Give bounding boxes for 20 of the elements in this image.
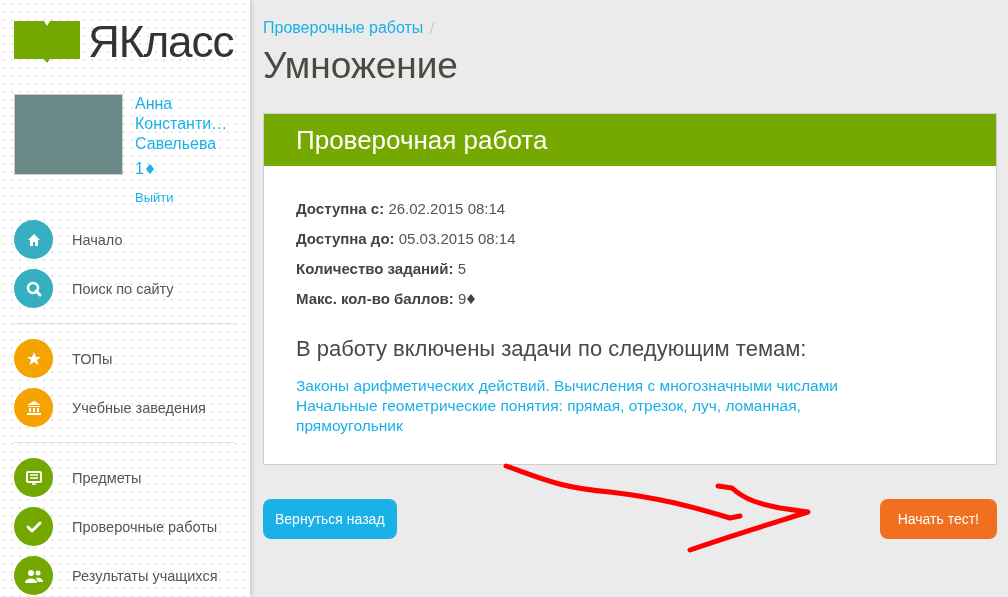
points-count: 1: [135, 160, 144, 178]
breadcrumb-separator-icon: [429, 21, 436, 35]
topics-heading: В работу включены задачи по следующим темам:: [296, 336, 808, 362]
card-header: Проверочная работа: [264, 114, 996, 166]
logo-text: ЯКласс: [88, 17, 234, 67]
detail-text: Доступна с: 26.02.2015 08:14: [296, 199, 507, 219]
book-logo-icon: [14, 21, 80, 63]
sidebar-menu-item[interactable]: Проверочные работы: [72, 518, 218, 535]
sidebar-menu-item[interactable]: Начало: [72, 231, 123, 248]
diamond-icon: [145, 164, 154, 174]
detail-text: Макс. кол-во баллов: 9: [296, 289, 467, 309]
diamond-icon: [467, 294, 476, 304]
sidebar-menu-item[interactable]: ТОПы: [72, 350, 113, 367]
sidebar-menu-item[interactable]: Поиск по сайту: [72, 280, 174, 297]
detail-text: Количество заданий: 5: [296, 259, 468, 279]
page-title: Умножение: [263, 45, 459, 87]
sidebar-menu-item[interactable]: Предметы: [72, 469, 142, 486]
sidebar-menu-item[interactable]: Учебные заведения: [72, 399, 206, 416]
detail-text: Доступна до: 05.03.2015 08:14: [296, 229, 517, 249]
sidebar-menu-item[interactable]: Результаты учащихся: [72, 567, 218, 584]
